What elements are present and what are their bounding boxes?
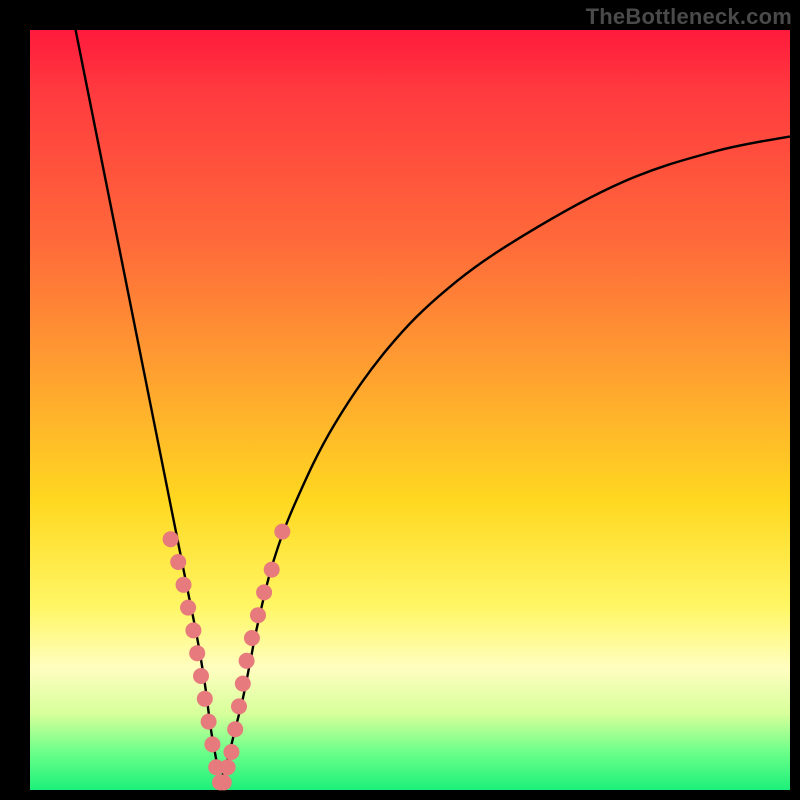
data-point xyxy=(201,714,217,730)
watermark-text: TheBottleneck.com xyxy=(586,4,792,30)
data-point xyxy=(274,524,290,540)
data-point xyxy=(227,721,243,737)
data-point xyxy=(235,676,251,692)
data-point xyxy=(185,622,201,638)
data-point xyxy=(216,774,232,790)
curve-right-branch xyxy=(220,136,790,782)
data-point xyxy=(180,600,196,616)
chart-frame: TheBottleneck.com xyxy=(0,0,800,800)
data-point xyxy=(197,691,213,707)
data-point xyxy=(239,653,255,669)
data-point xyxy=(176,577,192,593)
chart-svg xyxy=(30,30,790,790)
data-point xyxy=(163,531,179,547)
data-point xyxy=(193,668,209,684)
data-point xyxy=(170,554,186,570)
data-point xyxy=(189,645,205,661)
data-point xyxy=(231,698,247,714)
data-point xyxy=(223,744,239,760)
data-point xyxy=(204,736,220,752)
data-point xyxy=(264,562,280,578)
data-point-group xyxy=(163,524,291,791)
data-point xyxy=(250,607,266,623)
data-point xyxy=(220,759,236,775)
plot-area xyxy=(30,30,790,790)
data-point xyxy=(256,584,272,600)
data-point xyxy=(244,630,260,646)
